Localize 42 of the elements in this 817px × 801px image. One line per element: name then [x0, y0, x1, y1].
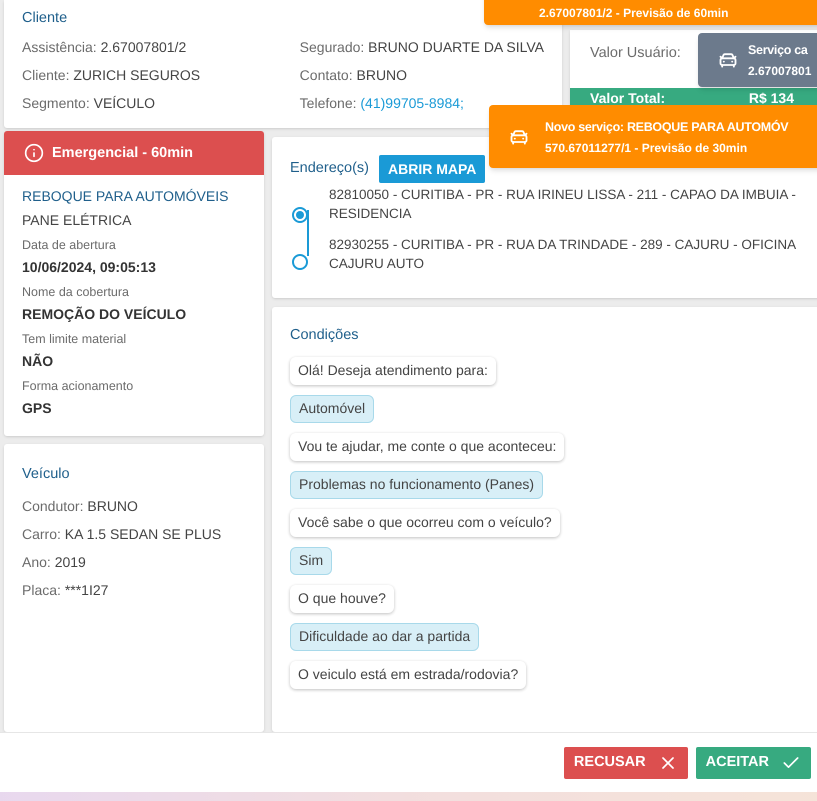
- info-field: Placa: ***1I27: [22, 576, 108, 604]
- answer-bubble: Dificuldade ao dar a partida: [290, 622, 480, 651]
- question-bubble: Você sabe o que ocorreu com o veículo?: [290, 508, 560, 537]
- info-field: Cliente: ZURICH SEGUROS: [22, 61, 200, 89]
- notification-title: Serviço ca: [748, 42, 808, 59]
- notification-subtitle: 570.67011277/1 - Previsão de 30min: [545, 140, 748, 157]
- notification-title: Novo serviço: REBOQUE PARA AUTOMÓV: [545, 118, 788, 136]
- detail-label: Forma acionamento: [22, 378, 134, 396]
- info-field: Segurado: BRUNO DUARTE DA SILVA: [300, 33, 544, 61]
- question-bubble: Olá! Deseja atendimento para:: [290, 356, 496, 385]
- service-name: REBOQUE PARA AUTOMÓVEIS: [22, 187, 228, 206]
- card-title: Veículo: [22, 465, 70, 484]
- answer-bubble: Problemas no funcionamento (Panes): [290, 470, 544, 499]
- detail-label: Tem limite material: [22, 331, 126, 348]
- detail-value: REMOÇÃO DO VEÍCULO: [22, 305, 186, 324]
- section-title: Endereço(s): [290, 159, 369, 178]
- problem-text: PANE ELÉTRICA: [22, 211, 132, 230]
- info-field: Contato: BRUNO: [300, 61, 408, 89]
- info-field: Assistência: 2.67007801/2: [22, 33, 186, 61]
- answer-bubble: Sim: [290, 546, 332, 575]
- info-field: Condutor: BRUNO: [22, 492, 138, 520]
- info-field: Carro: KA 1.5 SEDAN SE PLUS: [22, 520, 222, 548]
- question-bubble: O veiculo está em estrada/rodovia?: [290, 660, 526, 689]
- detail-value: 10/06/2024, 09:05:13: [22, 258, 156, 278]
- info-field: Segmento: VEÍCULO: [22, 89, 156, 117]
- answer-bubble: Automóvel: [290, 394, 374, 423]
- info-field: Ano: 2019: [22, 548, 86, 576]
- info-field: Telefone: (41)99705-8984;: [300, 89, 464, 117]
- section-title: Condições: [290, 326, 359, 345]
- question-bubble: O que houve?: [290, 584, 394, 613]
- detail-value: NÃO: [22, 352, 54, 372]
- detail-label: Data de abertura: [22, 237, 116, 254]
- user-value-label: Valor Usuário:: [589, 44, 682, 63]
- notification-subtitle: 2.67007801: [748, 63, 812, 80]
- address-text: 82810050 - CURITIBA - PR - RUA IRINEU LISSA - 211 - CAPAO DA IMBUIA - RESIDENCIA: [329, 186, 797, 223]
- priority-label: Emergencial - 60min: [52, 144, 194, 162]
- question-bubble: Vou te ajudar, me conte o que aconteceu:: [290, 432, 564, 461]
- notification-subtitle: 2.67007801/2 - Previsão de 60min: [539, 5, 728, 22]
- address-text: 82930255 - CURITIBA - PR - RUA DA TRINDADE - 289 - CAJURU - OFICINA CAJURU AUTO: [329, 236, 797, 273]
- card-title: Cliente: [22, 9, 68, 28]
- detail-value: GPS: [22, 399, 52, 418]
- detail-label: Nome da cobertura: [22, 284, 130, 302]
